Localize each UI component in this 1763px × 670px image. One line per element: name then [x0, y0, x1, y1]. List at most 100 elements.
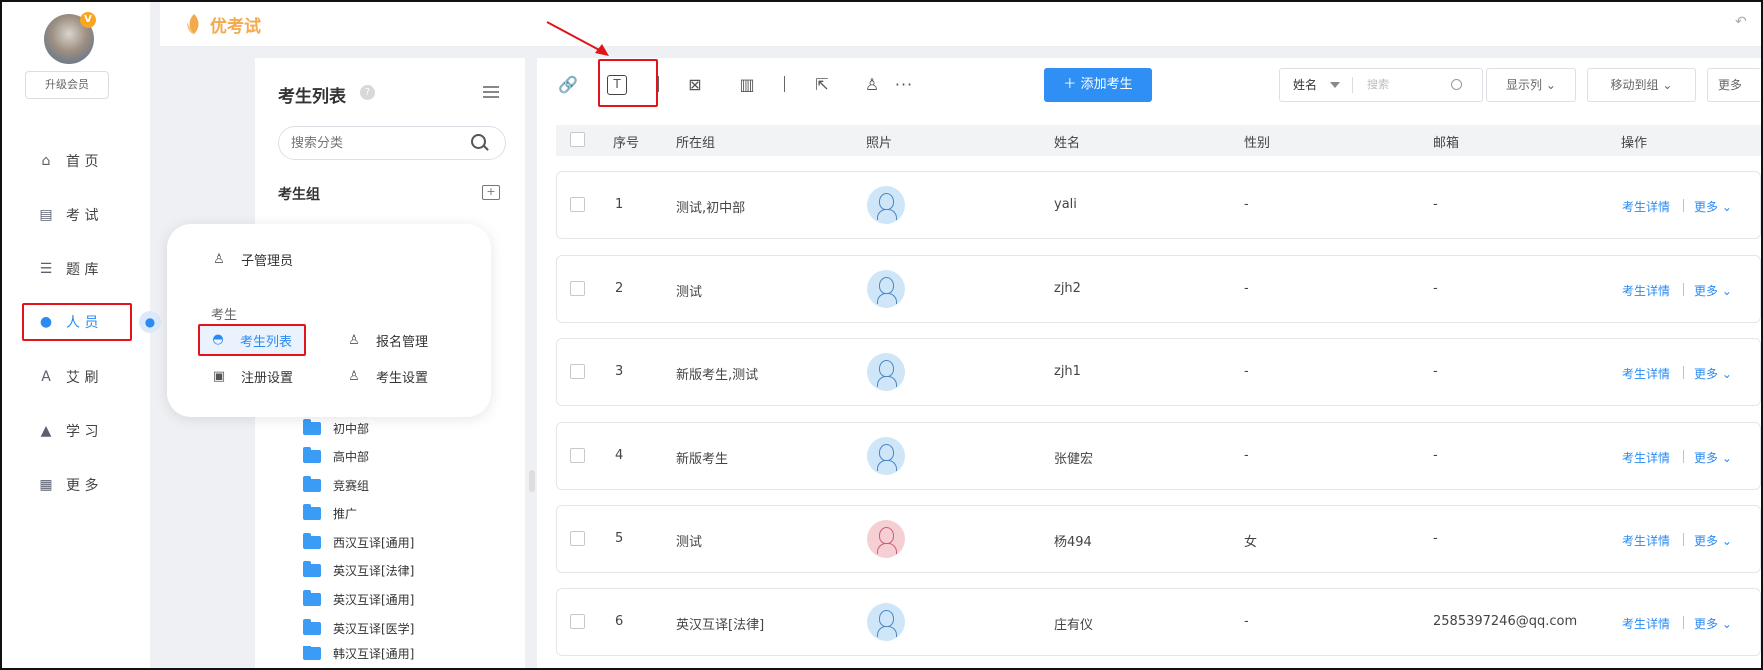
folder-icon	[303, 418, 321, 435]
row-checkbox[interactable]	[570, 281, 585, 296]
student-detail-link[interactable]: 考生详情	[1622, 615, 1670, 632]
filter-search-input[interactable]: 搜索	[1367, 76, 1389, 92]
row-index: 2	[615, 281, 624, 296]
tree-item[interactable]: 英汉互译[法律]	[303, 560, 414, 580]
flyout-register-settings[interactable]: ▣ 注册设置	[211, 367, 293, 387]
header-email: 邮箱	[1433, 136, 1460, 151]
folder-icon	[303, 503, 321, 520]
student-detail-link[interactable]: 考生详情	[1622, 449, 1670, 466]
highlight-box	[598, 59, 658, 107]
student-detail-link[interactable]: 考生详情	[1622, 198, 1670, 215]
select-all-checkbox[interactable]	[570, 132, 585, 147]
tree-item[interactable]: 西汉互译[通用]	[303, 532, 414, 552]
tree-item[interactable]: 英汉互译[医学]	[303, 618, 414, 638]
logo-text: 优考试	[210, 17, 261, 37]
help-icon[interactable]: ?	[360, 85, 375, 100]
bar-chart-icon[interactable]: ▥	[736, 74, 758, 96]
row-more-link[interactable]: 更多 ⌄	[1694, 198, 1732, 215]
tree-scrollbar[interactable]	[529, 470, 535, 492]
tree-item[interactable]: 高中部	[303, 446, 369, 466]
flyout-sub-admin[interactable]: ♙ 子管理员	[211, 250, 293, 270]
flyout-student-list[interactable]: ◓ 考生列表	[198, 324, 307, 356]
row-gender: -	[1244, 197, 1249, 212]
table-row[interactable]	[556, 422, 1761, 490]
tree-item[interactable]: 竞赛组	[303, 475, 369, 495]
avatar	[867, 186, 905, 224]
flyout-registration-mgmt[interactable]: ♙ 报名管理	[346, 331, 428, 351]
logo-icon	[187, 14, 199, 34]
link-icon[interactable]: 🔗	[557, 74, 579, 96]
student-detail-link[interactable]: 考生详情	[1622, 282, 1670, 299]
filter-field-select[interactable]: 姓名	[1293, 76, 1317, 93]
row-more-link[interactable]: 更多 ⌄	[1694, 532, 1732, 549]
row-group: 测试,初中部	[676, 201, 746, 216]
nav-item-people[interactable]: ● 人 员	[22, 303, 132, 341]
filter-divider	[1352, 77, 1353, 93]
folder-icon	[303, 446, 321, 463]
header-gender: 性别	[1244, 136, 1271, 151]
student-group-label: 考生组	[278, 187, 320, 203]
question-bank-icon: ☰	[39, 261, 53, 277]
link-separator	[1683, 450, 1684, 463]
avatar	[867, 520, 905, 558]
row-more-link[interactable]: 更多 ⌄	[1694, 615, 1732, 632]
search-icon[interactable]	[471, 134, 486, 149]
row-more-link[interactable]: 更多 ⌄	[1694, 449, 1732, 466]
row-gender: -	[1244, 281, 1249, 296]
annotation-arrow-icon	[546, 21, 609, 56]
search-icon[interactable]	[1451, 79, 1462, 90]
row-checkbox[interactable]	[570, 197, 585, 212]
delete-doc-icon[interactable]: ⊠	[684, 74, 706, 96]
folder-icon	[303, 618, 321, 635]
avatar	[867, 353, 905, 391]
student-detail-link[interactable]: 考生详情	[1622, 365, 1670, 382]
upgrade-member-button[interactable]: 升级会员	[25, 71, 109, 99]
header-photo: 照片	[866, 136, 893, 151]
nav-item-practice[interactable]: A艾 刷	[24, 359, 134, 395]
tree-item[interactable]: 推广	[303, 503, 357, 523]
tree-item[interactable]: 初中部	[303, 418, 369, 438]
exam-icon: ▤	[39, 207, 53, 223]
display-columns-button[interactable]: 显示列 ⌄	[1486, 68, 1576, 102]
header-group: 所在组	[676, 136, 716, 151]
user-list-icon[interactable]: ♙	[861, 74, 883, 96]
export-icon[interactable]: ⇱	[811, 74, 833, 96]
menu-icon[interactable]	[483, 86, 499, 98]
student-detail-link[interactable]: 考生详情	[1622, 532, 1670, 549]
row-more-link[interactable]: 更多 ⌄	[1694, 282, 1732, 299]
row-gender: -	[1244, 448, 1249, 463]
tree-item[interactable]: 韩汉互译[通用]	[303, 646, 414, 660]
more-dots-icon[interactable]: ···	[893, 74, 915, 96]
table-row[interactable]	[556, 505, 1761, 573]
row-checkbox[interactable]	[570, 364, 585, 379]
row-name: 杨494	[1054, 535, 1092, 550]
back-icon[interactable]: ↶	[1735, 14, 1747, 30]
row-name: 庄有仪	[1054, 618, 1094, 633]
row-index: 3	[615, 364, 624, 379]
nav-item-exam[interactable]: ▤ 考 试	[24, 197, 134, 233]
row-more-link[interactable]: 更多 ⌄	[1694, 365, 1732, 382]
table-row[interactable]	[556, 255, 1761, 323]
toolbar-separator	[658, 76, 659, 92]
row-checkbox[interactable]	[570, 531, 585, 546]
nav-item-question-bank[interactable]: ☰ 题 库	[24, 251, 134, 287]
link-separator	[1683, 366, 1684, 379]
add-student-button[interactable]: ＋ 添加考生	[1044, 68, 1152, 102]
nav-item-home[interactable]: ⌂ 首 页	[24, 143, 134, 179]
folder-icon	[303, 532, 321, 549]
row-email: 2585397246@qq.com	[1433, 614, 1578, 629]
row-checkbox[interactable]	[570, 448, 585, 463]
nav-item-study[interactable]: ▲ 学 习	[24, 413, 134, 449]
vip-badge: V	[80, 12, 96, 28]
more-button[interactable]: 更多	[1707, 68, 1761, 102]
avatar	[867, 437, 905, 475]
user-gear-icon: ♙	[348, 368, 360, 384]
row-checkbox[interactable]	[570, 614, 585, 629]
add-folder-icon[interactable]: +	[482, 185, 500, 200]
row-group: 新版考生,测试	[676, 368, 759, 383]
flyout-student-settings[interactable]: ♙ 考生设置	[346, 367, 428, 387]
move-to-group-button[interactable]: 移动到组 ⌄	[1587, 68, 1696, 102]
link-separator	[1683, 533, 1684, 546]
nav-item-more[interactable]: ▦ 更 多	[24, 467, 134, 503]
tree-item[interactable]: 英汉互译[通用]	[303, 589, 414, 609]
